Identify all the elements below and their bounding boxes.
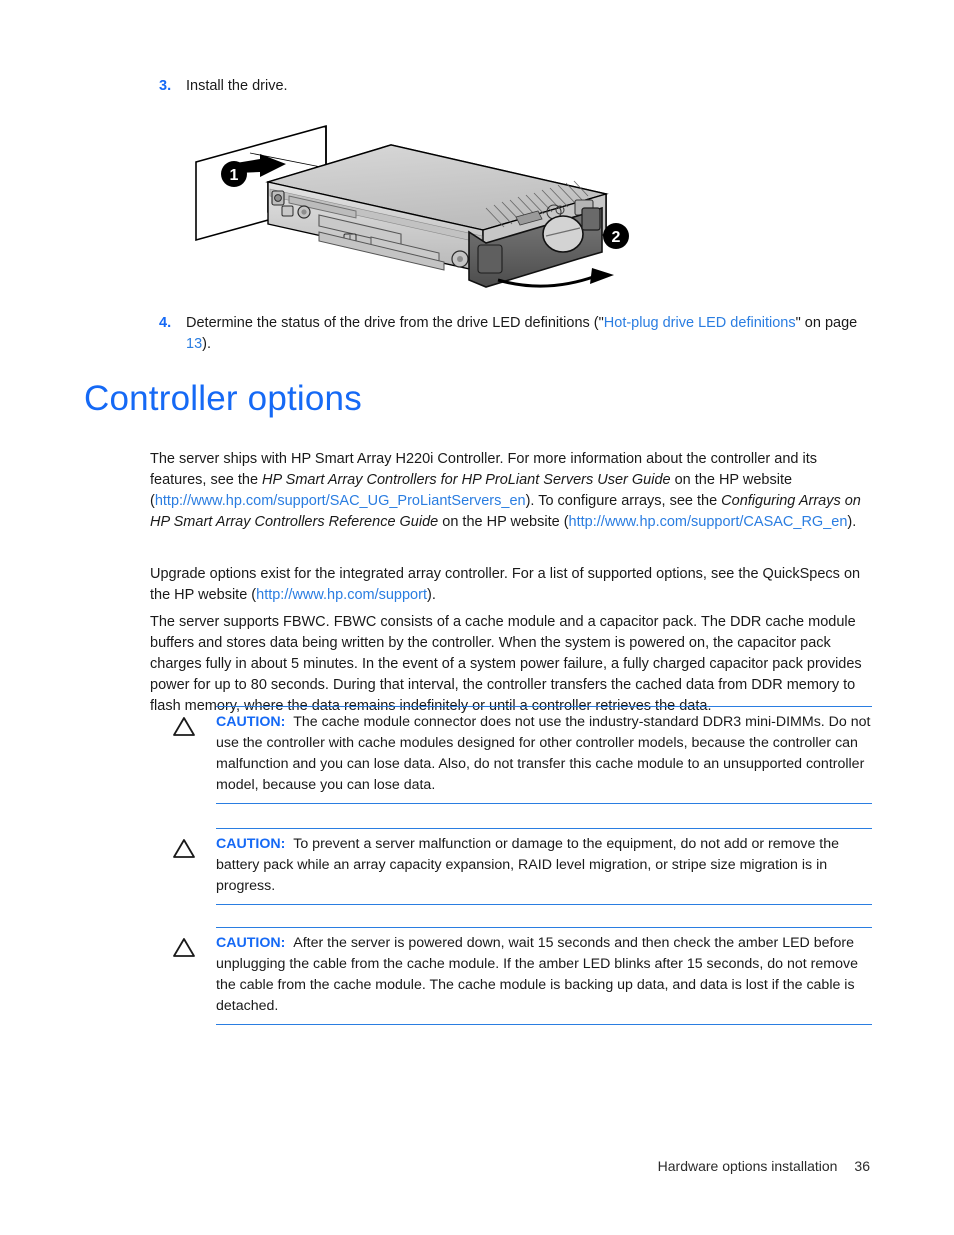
caution-rule-bottom [216,802,872,804]
link-hp-support[interactable]: http://www.hp.com/support [256,587,427,603]
step-4-text-before: Determine the status of the drive from t… [186,315,604,331]
step-4: 4. Determine the status of the drive fro… [150,313,880,355]
p2-s2: ). [426,586,436,603]
p1-title-user-guide: HP Smart Array Controllers for HP ProLia… [262,471,671,488]
document-page: 3. Install the drive. 1 2 4. Determine t… [0,0,954,1235]
link-page-13[interactable]: 13 [186,336,202,352]
warning-triangle-icon [172,933,216,963]
caution-block-battery-pack: CAUTION: To prevent a server malfunction… [172,828,872,905]
step-4-number: 4. [159,315,172,331]
caution-3-body: After the server is powered down, wait 1… [216,935,858,1014]
caution-1-body: The cache module connector does not use … [216,714,871,793]
svg-text:2: 2 [612,229,621,246]
footer-chapter: Hardware options installation [657,1158,838,1174]
link-hot-plug-drive-led-definitions[interactable]: Hot-plug drive LED definitions [604,315,796,331]
paragraph-fbwc: The server supports FBWC. FBWC consists … [150,613,862,714]
caution-1-label: CAUTION: [216,714,286,730]
caution-block-cache-module-connector: CAUTION: The cache module connector does… [172,706,872,804]
hot-plug-drive-installation-illustration: 1 2 [186,112,646,302]
caution-rule-bottom [216,1023,872,1025]
step-4-text-middle: " on page [795,315,858,331]
callout-1: 1 [221,161,247,187]
caution-1-text: CAUTION: The cache module connector does… [216,712,872,796]
warning-triangle-icon [172,712,216,742]
callout-2: 2 [603,223,629,249]
warning-triangle-icon [172,834,216,864]
link-casac-rg[interactable]: http://www.hp.com/support/CASAC_RG_en [569,514,848,530]
p1-s5: ). [847,513,857,530]
caution-2-text: CAUTION: To prevent a server malfunction… [216,834,872,897]
caution-block-amber-led: CAUTION: After the server is powered dow… [172,927,872,1025]
p1-s3: ). To configure arrays, see the [525,492,722,509]
page-footer: Hardware options installation 36 [658,1158,870,1174]
step-3: 3. Install the drive. [150,76,890,97]
caution-2-body: To prevent a server malfunction or damag… [216,836,839,894]
paragraph-upgrade-options: Upgrade options exist for the integrated… [150,564,872,606]
svg-text:1: 1 [230,167,239,184]
caution-2-label: CAUTION: [216,836,286,852]
caution-3-label: CAUTION: [216,935,286,951]
step-3-number: 3. [159,78,172,94]
footer-page-number: 36 [854,1158,870,1174]
step-4-text: Determine the status of the drive from t… [186,313,880,355]
step-4-text-after: ). [202,336,211,353]
link-sac-ug-proliantservers[interactable]: http://www.hp.com/support/SAC_UG_ProLian… [155,493,526,509]
page-title: Controller options [84,379,362,418]
p1-s4: on the HP website ( [438,513,569,530]
paragraph-controller-intro: The server ships with HP Smart Array H22… [150,449,872,533]
caution-3-text: CAUTION: After the server is powered dow… [216,933,872,1017]
caution-rule-bottom [216,903,872,905]
step-3-text: Install the drive. [186,78,288,94]
